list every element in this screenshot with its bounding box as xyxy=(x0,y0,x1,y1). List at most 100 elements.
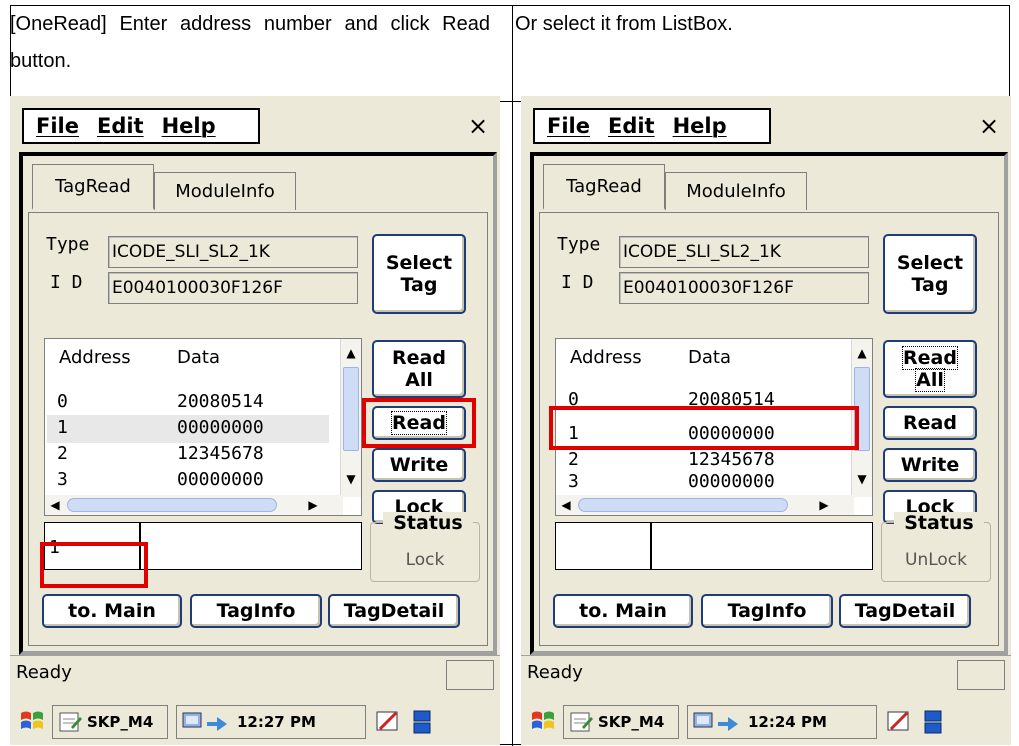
list-item-data[interactable]: 12345678 xyxy=(177,443,264,464)
windows-switch-icon[interactable] xyxy=(408,707,436,735)
read-all-button[interactable]: Read All xyxy=(372,340,466,398)
app-icon xyxy=(59,712,82,732)
tagdetail-button[interactable]: TagDetail xyxy=(328,594,460,628)
tagdetail-label: TagDetail xyxy=(343,600,445,622)
read-all-label-2: All xyxy=(405,369,433,391)
close-icon: × xyxy=(978,112,1000,140)
scroll-down-icon[interactable]: ▼ xyxy=(341,469,361,489)
list-item-data[interactable]: 12345678 xyxy=(688,449,775,470)
tab-moduleinfo[interactable]: ModuleInfo xyxy=(665,172,807,210)
menu-file[interactable]: File xyxy=(547,114,590,138)
scroll-thumb-horizontal[interactable] xyxy=(67,498,277,512)
status-bar: Ready xyxy=(10,655,500,700)
to-main-button[interactable]: to. Main xyxy=(553,594,693,628)
scroll-up-icon[interactable]: ▲ xyxy=(341,343,361,363)
vertical-scrollbar[interactable]: ▲ ▼ xyxy=(340,339,361,497)
list-item-address[interactable]: 1 xyxy=(57,417,68,438)
scroll-up-icon[interactable]: ▲ xyxy=(852,343,872,363)
read-label: Read xyxy=(903,412,957,434)
tagdetail-button[interactable]: TagDetail xyxy=(839,594,971,628)
windows-start-icon[interactable] xyxy=(18,707,46,735)
address-input[interactable] xyxy=(555,522,651,570)
taskbar-time: 12:27 PM xyxy=(237,713,316,731)
taskbar: SKP_M4 12:27 PM xyxy=(10,699,500,745)
menu-help[interactable]: Help xyxy=(673,114,727,138)
menu-file[interactable]: File xyxy=(36,114,79,138)
menu-edit[interactable]: Edit xyxy=(608,114,655,138)
windows-switch-icon[interactable] xyxy=(919,707,947,735)
data-input[interactable] xyxy=(651,522,873,570)
connection-icon[interactable] xyxy=(716,710,740,734)
taginfo-label: TagInfo xyxy=(216,600,296,622)
scroll-left-icon[interactable]: ◀ xyxy=(45,495,65,515)
list-item-data[interactable]: 00000000 xyxy=(177,469,264,490)
list-item-data[interactable]: 00000000 xyxy=(688,471,775,492)
menu-edit[interactable]: Edit xyxy=(97,114,144,138)
scroll-right-icon[interactable]: ▶ xyxy=(303,495,323,515)
scroll-thumb[interactable] xyxy=(343,367,359,451)
status-text: Ready xyxy=(527,662,583,683)
tab-tagread[interactable]: TagRead xyxy=(543,164,665,210)
column-header-data: Data xyxy=(688,347,731,368)
select-tag-button[interactable]: Select Tag xyxy=(883,234,977,314)
write-label: Write xyxy=(900,454,960,476)
tab-moduleinfo[interactable]: ModuleInfo xyxy=(154,172,296,210)
list-item-address[interactable]: 3 xyxy=(57,469,68,490)
list-item-address[interactable]: 2 xyxy=(568,449,579,470)
taskbar-app-button[interactable]: SKP_M4 xyxy=(563,705,679,739)
type-label: Type xyxy=(557,234,601,255)
scroll-thumb-horizontal[interactable] xyxy=(578,498,788,512)
status-indicator xyxy=(446,660,494,690)
list-item-data[interactable]: 00000000 xyxy=(177,417,264,438)
taginfo-label: TagInfo xyxy=(727,600,807,622)
taginfo-button[interactable]: TagInfo xyxy=(701,594,833,628)
to-main-button[interactable]: to. Main xyxy=(42,594,182,628)
taskbar-app-button[interactable]: SKP_M4 xyxy=(52,705,168,739)
scroll-left-icon[interactable]: ◀ xyxy=(556,495,576,515)
read-button[interactable]: Read xyxy=(883,406,977,440)
device-screen-left: File Edit Help × TagRead ModuleInfo Type… xyxy=(10,96,500,745)
select-tag-label-2: Tag xyxy=(400,274,438,296)
network-icon[interactable] xyxy=(181,710,205,734)
write-button[interactable]: Write xyxy=(372,448,466,482)
type-field: ICODE_SLI_SL2_1K xyxy=(108,236,358,268)
read-all-label-2: All xyxy=(915,368,945,392)
table-divider-vertical xyxy=(512,6,513,746)
horizontal-scrollbar[interactable]: ◀ ▶ xyxy=(45,495,343,515)
list-item-data[interactable]: 20080514 xyxy=(177,391,264,412)
caption-left: [OneRead] Enter address number and click… xyxy=(10,13,490,72)
list-item-address[interactable]: 2 xyxy=(57,443,68,464)
column-header-address: Address xyxy=(59,347,131,368)
list-item-address[interactable]: 3 xyxy=(568,471,579,492)
status-text: Ready xyxy=(16,662,72,683)
read-all-button[interactable]: Read All xyxy=(883,340,977,398)
write-button[interactable]: Write xyxy=(883,448,977,482)
menu-help[interactable]: Help xyxy=(162,114,216,138)
id-label: I D xyxy=(561,272,594,293)
network-icon[interactable] xyxy=(692,710,716,734)
windows-start-icon[interactable] xyxy=(529,707,557,735)
address-listbox[interactable]: Address Data 0 20080514 1 00000000 2 123… xyxy=(44,338,362,516)
taskbar-app-label: SKP_M4 xyxy=(87,713,154,731)
read-all-label-1: Read xyxy=(902,346,958,370)
to-main-label: to. Main xyxy=(579,600,667,622)
data-input[interactable] xyxy=(140,522,362,570)
taginfo-button[interactable]: TagInfo xyxy=(190,594,322,628)
scroll-down-icon[interactable]: ▼ xyxy=(852,469,872,489)
caption-right: Or select it from ListBox. xyxy=(515,13,733,35)
input-panel-icon[interactable] xyxy=(885,707,913,735)
tab-tagread[interactable]: TagRead xyxy=(32,164,154,210)
system-tray: 12:27 PM xyxy=(176,705,366,739)
list-item-address[interactable]: 0 xyxy=(57,391,68,412)
input-panel-icon[interactable] xyxy=(374,707,402,735)
status-indicator xyxy=(957,660,1005,690)
close-button[interactable]: × xyxy=(971,108,1007,144)
taskbar-time: 12:24 PM xyxy=(748,713,827,731)
close-button[interactable]: × xyxy=(460,108,496,144)
connection-icon[interactable] xyxy=(205,710,229,734)
taskbar-app-label: SKP_M4 xyxy=(598,713,665,731)
select-tag-button[interactable]: Select Tag xyxy=(372,234,466,314)
scroll-right-icon[interactable]: ▶ xyxy=(814,495,834,515)
status-title: Status xyxy=(383,512,473,534)
horizontal-scrollbar[interactable]: ◀ ▶ xyxy=(556,495,854,515)
